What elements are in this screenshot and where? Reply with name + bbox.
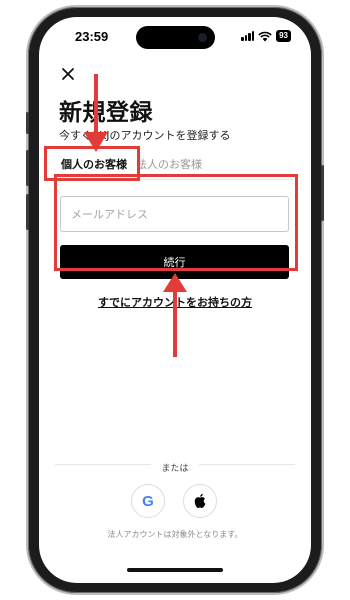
camera-icon — [198, 33, 207, 42]
status-time: 23:59 — [75, 29, 109, 44]
annotation-arrow-down — [84, 74, 108, 152]
status-icons: 93 — [241, 30, 291, 42]
annotation-box-form — [54, 174, 298, 271]
tab-corporate[interactable]: 法人のお客様 — [136, 156, 202, 172]
battery-indicator: 93 — [276, 30, 291, 42]
close-icon[interactable] — [61, 67, 75, 81]
google-icon-glyph: G — [142, 493, 154, 509]
google-login-button[interactable]: G — [131, 484, 165, 518]
google-icon: G — [142, 493, 154, 509]
home-indicator — [127, 568, 223, 572]
volume-up-button — [26, 150, 29, 186]
wifi-icon — [258, 31, 272, 41]
annotation-arrow-up — [163, 273, 187, 357]
or-label: または — [151, 464, 199, 474]
apple-icon — [194, 493, 206, 508]
signal-icon — [241, 31, 255, 41]
or-divider: または — [39, 456, 311, 475]
volume-down-button — [26, 194, 29, 230]
side-button — [26, 112, 29, 134]
apple-login-button[interactable] — [183, 484, 217, 518]
power-button — [321, 165, 324, 221]
dynamic-island — [136, 26, 215, 49]
footnote: 法人アカウントは対象外となります。 — [107, 530, 243, 539]
